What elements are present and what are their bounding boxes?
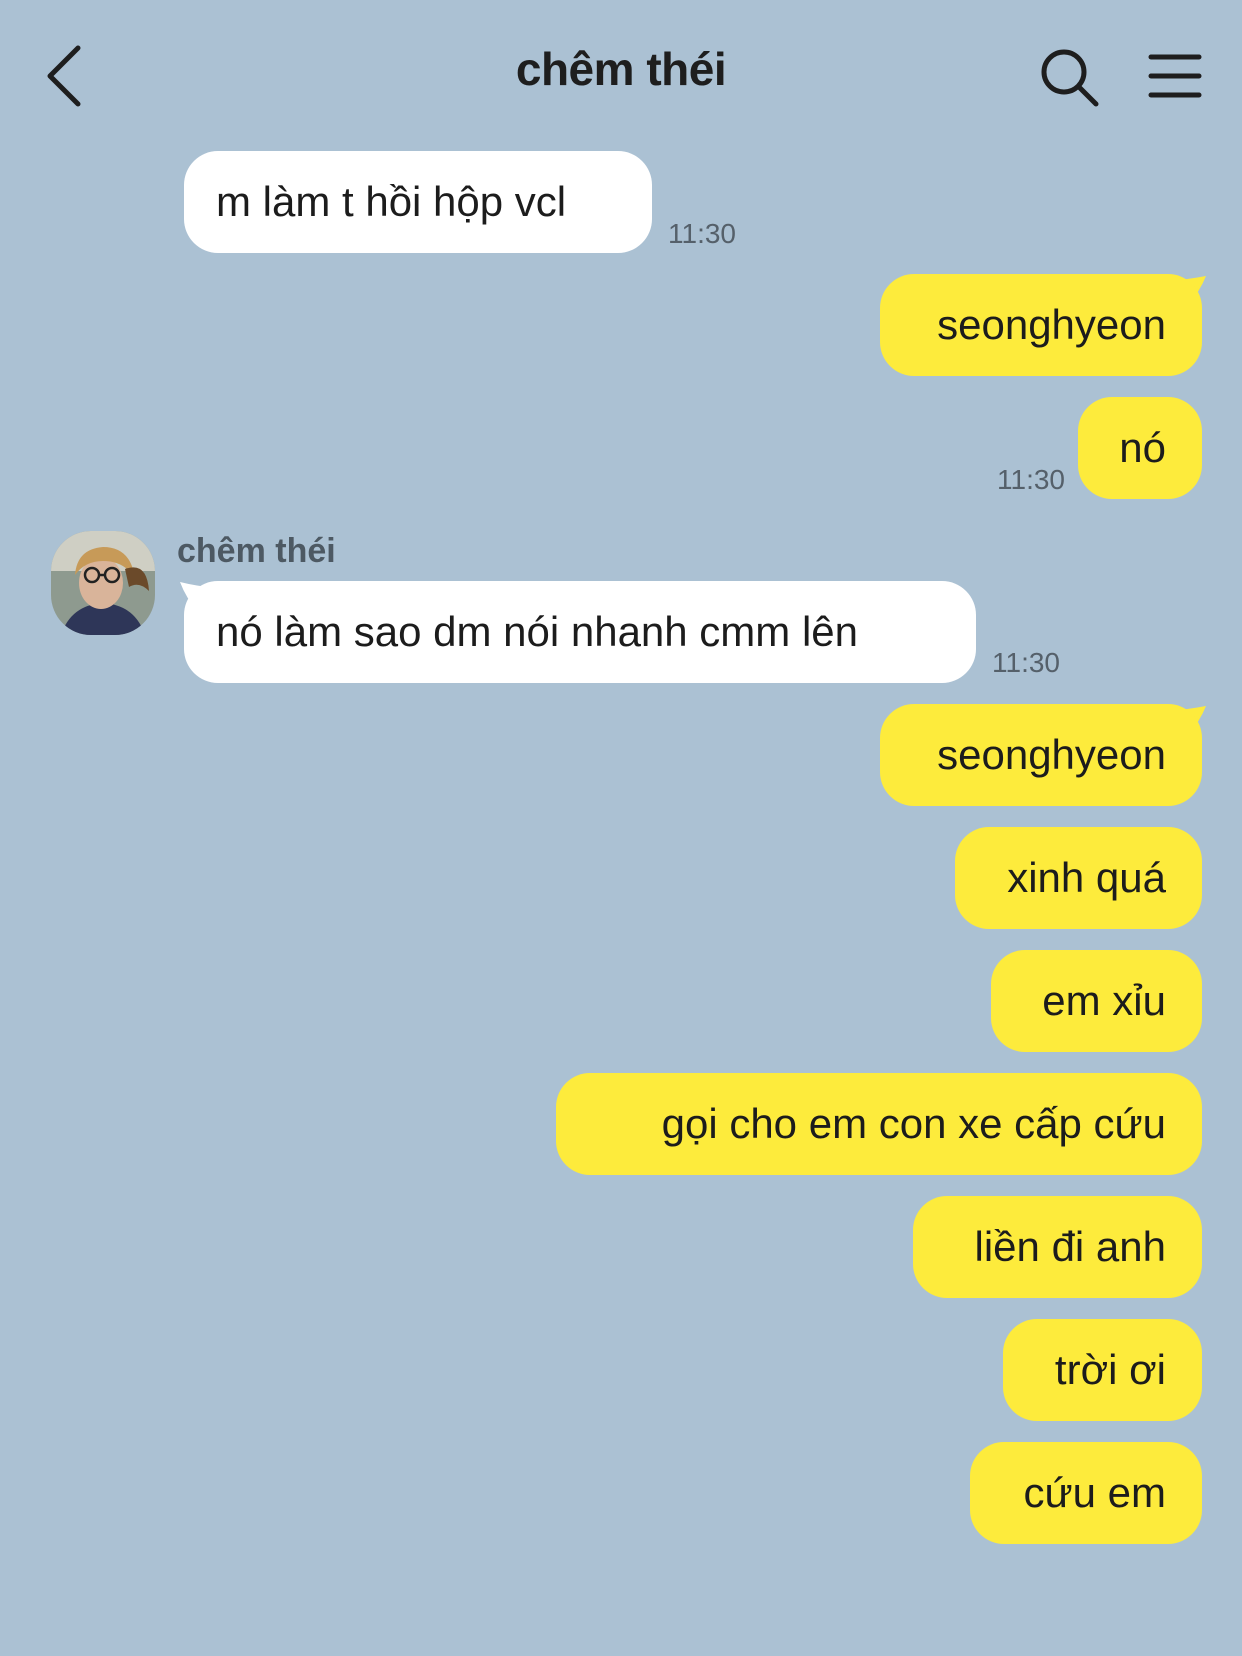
outgoing-message-bubble[interactable]: xinh quá: [955, 827, 1202, 929]
outgoing-message-bubble[interactable]: nó: [1078, 397, 1202, 499]
outgoing-message-bubble[interactable]: cứu em: [970, 1442, 1202, 1544]
menu-button[interactable]: [1148, 52, 1202, 100]
message-timestamp: 11:30: [997, 464, 1065, 495]
sender-name: chêm théi: [177, 532, 336, 570]
outgoing-message-bubble[interactable]: seonghyeon: [880, 704, 1202, 806]
search-button[interactable]: [1040, 48, 1100, 108]
avatar-photo-icon: [51, 531, 155, 635]
hamburger-menu-icon: [1148, 54, 1202, 98]
search-icon: [1041, 49, 1099, 107]
message-timestamp: 11:30: [668, 218, 736, 249]
contact-avatar[interactable]: [51, 531, 155, 635]
incoming-message-bubble[interactable]: nó làm sao dm nói nhanh cmm lên: [184, 581, 976, 683]
incoming-message-bubble[interactable]: m làm t hồi hộp vcl: [184, 151, 652, 253]
outgoing-message-bubble[interactable]: seonghyeon: [880, 274, 1202, 376]
outgoing-message-bubble[interactable]: em xỉu: [991, 950, 1202, 1052]
outgoing-message-bubble[interactable]: liền đi anh: [913, 1196, 1202, 1298]
message-timestamp: 11:30: [992, 647, 1060, 678]
chat-header: chêm théi: [0, 0, 1242, 150]
outgoing-message-bubble[interactable]: gọi cho em con xe cấp cứu: [556, 1073, 1202, 1175]
outgoing-message-bubble[interactable]: trời ơi: [1003, 1319, 1202, 1421]
